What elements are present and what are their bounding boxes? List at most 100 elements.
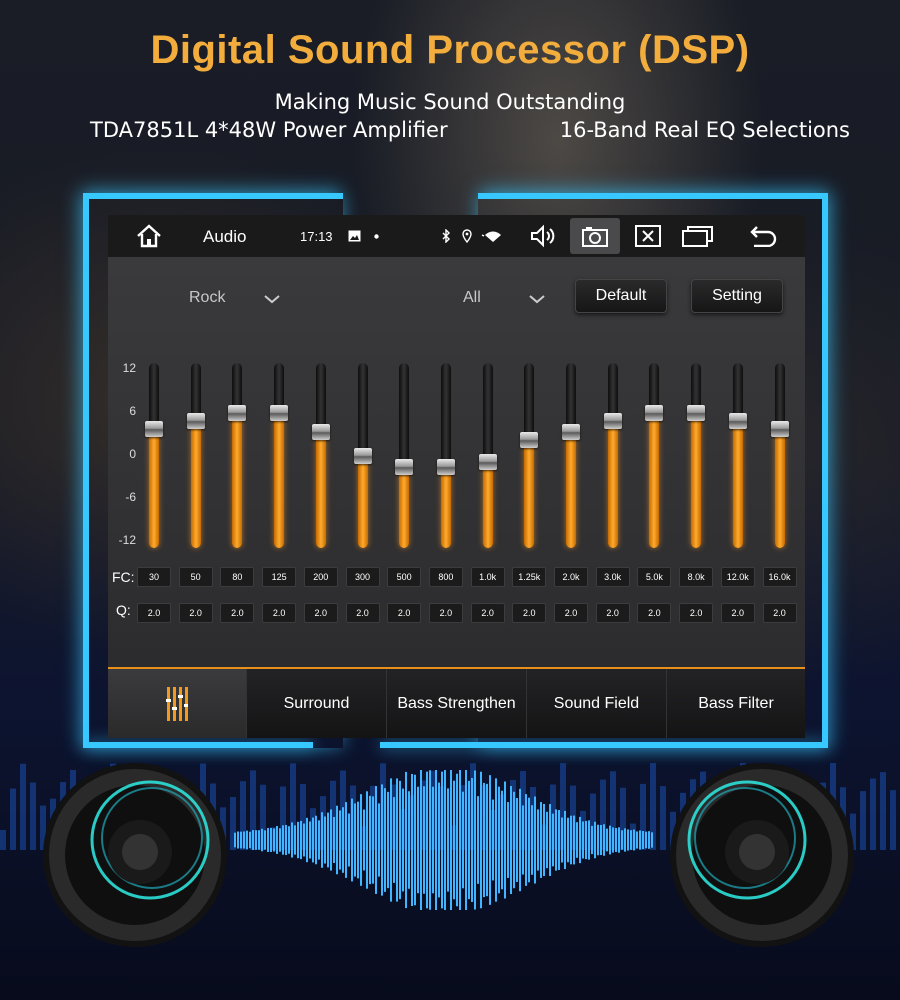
speaker-right-icon [670, 763, 854, 947]
channel-chevron-down-icon[interactable] [528, 294, 546, 304]
q-value-cell[interactable]: 2.0 [220, 603, 255, 623]
q-value-cell[interactable]: 2.0 [387, 603, 422, 623]
eq-slider-fill [440, 467, 451, 548]
tab-bass-strengthen[interactable]: Bass Strengthen [386, 669, 526, 738]
eq-slider-knob[interactable] [687, 405, 706, 422]
q-value-cell[interactable]: 2.0 [137, 603, 171, 623]
eq-slider-knob[interactable] [270, 405, 289, 422]
recent-apps-icon[interactable] [681, 223, 715, 249]
volume-icon[interactable] [528, 223, 558, 249]
head-unit-screen: Audio 17:13 Rock All Default Setting 12 … [108, 215, 805, 738]
eq-slider-knob[interactable] [228, 405, 247, 422]
fc-value-cell[interactable]: 125 [262, 567, 297, 587]
q-value-cell[interactable]: 2.0 [595, 603, 630, 623]
fc-row-label: FC: [112, 569, 135, 585]
eq-slider-fill [190, 420, 201, 548]
fc-value-cell[interactable]: 30 [137, 567, 171, 587]
back-icon[interactable] [746, 223, 780, 249]
tab-bass-filter[interactable]: Bass Filter [666, 669, 805, 738]
eq-slider-fill [274, 413, 285, 548]
preset-chevron-down-icon[interactable] [263, 294, 281, 304]
eq-slider-fill [482, 461, 493, 548]
fc-value-cell[interactable]: 1.0k [470, 567, 505, 587]
eq-slider-knob[interactable] [562, 424, 580, 441]
y-tick: 0 [129, 447, 136, 461]
fc-value-cell[interactable]: 16.0k [762, 567, 797, 587]
eq-slider-knob[interactable] [520, 432, 539, 449]
sound-waveform [234, 770, 653, 910]
q-value-cell[interactable]: 2.0 [428, 603, 463, 623]
q-value-cell[interactable]: 2.0 [720, 603, 755, 623]
q-value-cell[interactable]: 2.0 [303, 603, 338, 623]
tab-bar: Surround Bass Strengthen Sound Field Bas… [108, 669, 805, 738]
spec-eq: 16-Band Real EQ Selections [559, 118, 850, 142]
eq-slider-knob[interactable] [311, 424, 330, 441]
q-row-label: Q: [116, 602, 131, 618]
setting-button[interactable]: Setting [691, 279, 783, 313]
eq-slider-fill [691, 413, 702, 548]
y-tick: -12 [118, 533, 136, 547]
dot-icon [372, 223, 380, 249]
spectrum-bar [870, 778, 876, 850]
preset-select[interactable]: Rock [189, 289, 225, 307]
eq-slider-knob[interactable] [770, 420, 789, 437]
eq-slider-knob[interactable] [645, 405, 664, 422]
eq-slider-knob[interactable] [603, 412, 622, 429]
location-icon [460, 223, 474, 249]
eq-slider-fill [607, 420, 618, 548]
eq-slider-knob[interactable] [186, 412, 205, 429]
eq-slider-knob[interactable] [353, 447, 372, 464]
equalizer-icon [166, 686, 188, 721]
q-value-cell[interactable]: 2.0 [345, 603, 380, 623]
eq-slider-knob[interactable] [436, 459, 455, 476]
eq-slider-knob[interactable] [145, 420, 163, 437]
q-value-cell[interactable]: 2.0 [679, 603, 714, 623]
y-tick: 12 [122, 361, 136, 375]
q-value-cell[interactable]: 2.0 [762, 603, 797, 623]
tab-equalizer[interactable] [108, 669, 246, 738]
spectrum-bar [30, 782, 36, 850]
spectrum-bar [20, 763, 26, 850]
fc-value-cell[interactable]: 8.0k [679, 567, 714, 587]
eq-slider-fill [315, 432, 326, 548]
fc-value-cell[interactable]: 80 [220, 567, 255, 587]
close-window-icon[interactable] [633, 223, 663, 249]
q-value-cell[interactable]: 2.0 [637, 603, 672, 623]
q-value-cell[interactable]: 2.0 [554, 603, 588, 623]
specs-line: TDA7851L 4*48W Power Amplifier 16-Band R… [90, 118, 850, 142]
eq-slider-fill [566, 432, 576, 548]
tab-sound-field[interactable]: Sound Field [526, 669, 666, 738]
eq-slider-knob[interactable] [728, 412, 747, 429]
channel-select[interactable]: All [463, 289, 481, 307]
q-value-cell[interactable]: 2.0 [512, 603, 547, 623]
spectrum-bar [0, 830, 6, 850]
fc-value-cell[interactable]: 12.0k [720, 567, 755, 587]
y-tick: 6 [129, 404, 136, 418]
fc-value-cell[interactable]: 5.0k [637, 567, 672, 587]
fc-value-cell[interactable]: 1.25k [512, 567, 547, 587]
eq-slider-fill [524, 440, 535, 548]
q-value-cell[interactable]: 2.0 [262, 603, 297, 623]
bluetooth-icon [439, 223, 453, 249]
equalizer-panel: Rock All Default Setting 12 6 0 -6 -12 F… [108, 257, 805, 667]
fc-value-cell[interactable]: 50 [178, 567, 213, 587]
status-bar: Audio 17:13 [108, 215, 805, 257]
fc-value-cell[interactable]: 2.0k [554, 567, 588, 587]
screenshot-icon[interactable] [580, 223, 610, 249]
fc-value-cell[interactable]: 800 [428, 567, 463, 587]
app-title: Audio [203, 227, 247, 246]
eq-slider-fill [399, 467, 410, 548]
q-value-cell[interactable]: 2.0 [470, 603, 505, 623]
fc-value-cell[interactable]: 300 [345, 567, 380, 587]
fc-value-cell[interactable]: 3.0k [595, 567, 630, 587]
spectrum-bar [660, 786, 666, 850]
fc-value-cell[interactable]: 200 [303, 567, 338, 587]
eq-slider-knob[interactable] [478, 453, 497, 470]
eq-slider-knob[interactable] [395, 459, 414, 476]
q-value-cell[interactable]: 2.0 [178, 603, 213, 623]
home-icon[interactable] [134, 223, 164, 249]
default-button[interactable]: Default [575, 279, 667, 313]
tab-surround[interactable]: Surround [246, 669, 386, 738]
clock: 17:13 [300, 229, 333, 244]
fc-value-cell[interactable]: 500 [387, 567, 422, 587]
